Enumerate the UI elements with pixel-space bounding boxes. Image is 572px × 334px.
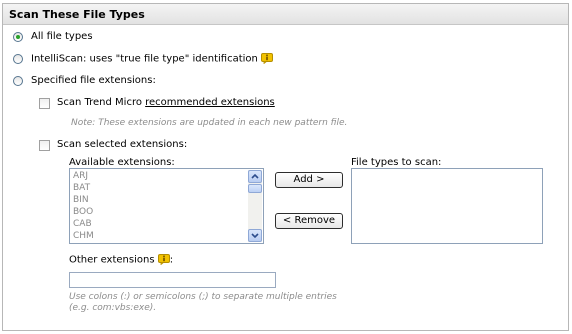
specified-extensions-label: Specified file extensions: [31, 75, 156, 86]
available-extensions-label: Available extensions: [69, 157, 175, 168]
tip-icon[interactable] [157, 254, 170, 265]
file-types-to-scan-list[interactable] [351, 168, 543, 244]
chevron-down-icon [251, 233, 259, 239]
chevron-up-icon [251, 173, 259, 179]
separator-hint-line2: (e.g. com:vbs:exe). [69, 303, 157, 313]
other-extensions-label: Other extensions : [69, 254, 173, 266]
other-extensions-colon: : [169, 254, 174, 266]
pattern-update-note: Note: These extensions are updated in ea… [71, 118, 348, 128]
selected-extensions-label: Scan selected extensions: [57, 139, 188, 150]
remove-button[interactable]: < Remove [275, 213, 343, 229]
recommended-extensions-checkbox[interactable] [39, 98, 50, 109]
intelliscan-radio[interactable] [13, 54, 23, 64]
selected-extensions-checkbox[interactable] [39, 140, 50, 151]
list-scrollbar[interactable] [248, 170, 262, 242]
available-extensions-list[interactable]: ARJ BAT BIN BOO CAB CHM [69, 168, 264, 244]
file-types-to-scan-label: File types to scan: [351, 157, 442, 168]
list-item[interactable]: CHM [73, 231, 94, 241]
recommended-extensions-link[interactable]: recommended extensions [145, 97, 275, 108]
section-header: Scan These File Types [3, 4, 568, 25]
recommended-extensions-label: Scan Trend Micro recommended extensions [57, 97, 275, 108]
other-extensions-text: Other extensions [69, 254, 155, 266]
specified-extensions-radio[interactable] [13, 76, 23, 86]
all-file-types-radio[interactable] [13, 32, 23, 42]
separator-hint-line1: Use colons (:) or semicolons (;) to sepa… [69, 292, 337, 302]
scroll-up-button[interactable] [248, 170, 262, 183]
intelliscan-label: IntelliScan: uses "true file type" ident… [31, 53, 274, 65]
tip-icon[interactable] [261, 53, 274, 64]
list-item[interactable]: BOO [73, 207, 93, 217]
intelliscan-text: IntelliScan: uses "true file type" ident… [31, 53, 258, 65]
radio-selected-dot [16, 35, 20, 39]
scroll-thumb[interactable] [248, 184, 262, 193]
add-button[interactable]: Add > [275, 172, 343, 188]
all-file-types-label: All file types [31, 31, 93, 42]
list-item[interactable]: BIN [73, 195, 89, 205]
list-item[interactable]: CAB [73, 219, 92, 229]
scan-file-types-panel: Scan These File Types All file types Int… [2, 3, 569, 331]
list-item[interactable]: ARJ [73, 171, 88, 181]
scroll-down-button[interactable] [248, 229, 262, 242]
list-item[interactable]: BAT [73, 183, 90, 193]
recommended-prefix: Scan Trend Micro [57, 97, 146, 108]
section-title: Scan These File Types [9, 8, 145, 21]
other-extensions-input[interactable] [69, 272, 276, 288]
